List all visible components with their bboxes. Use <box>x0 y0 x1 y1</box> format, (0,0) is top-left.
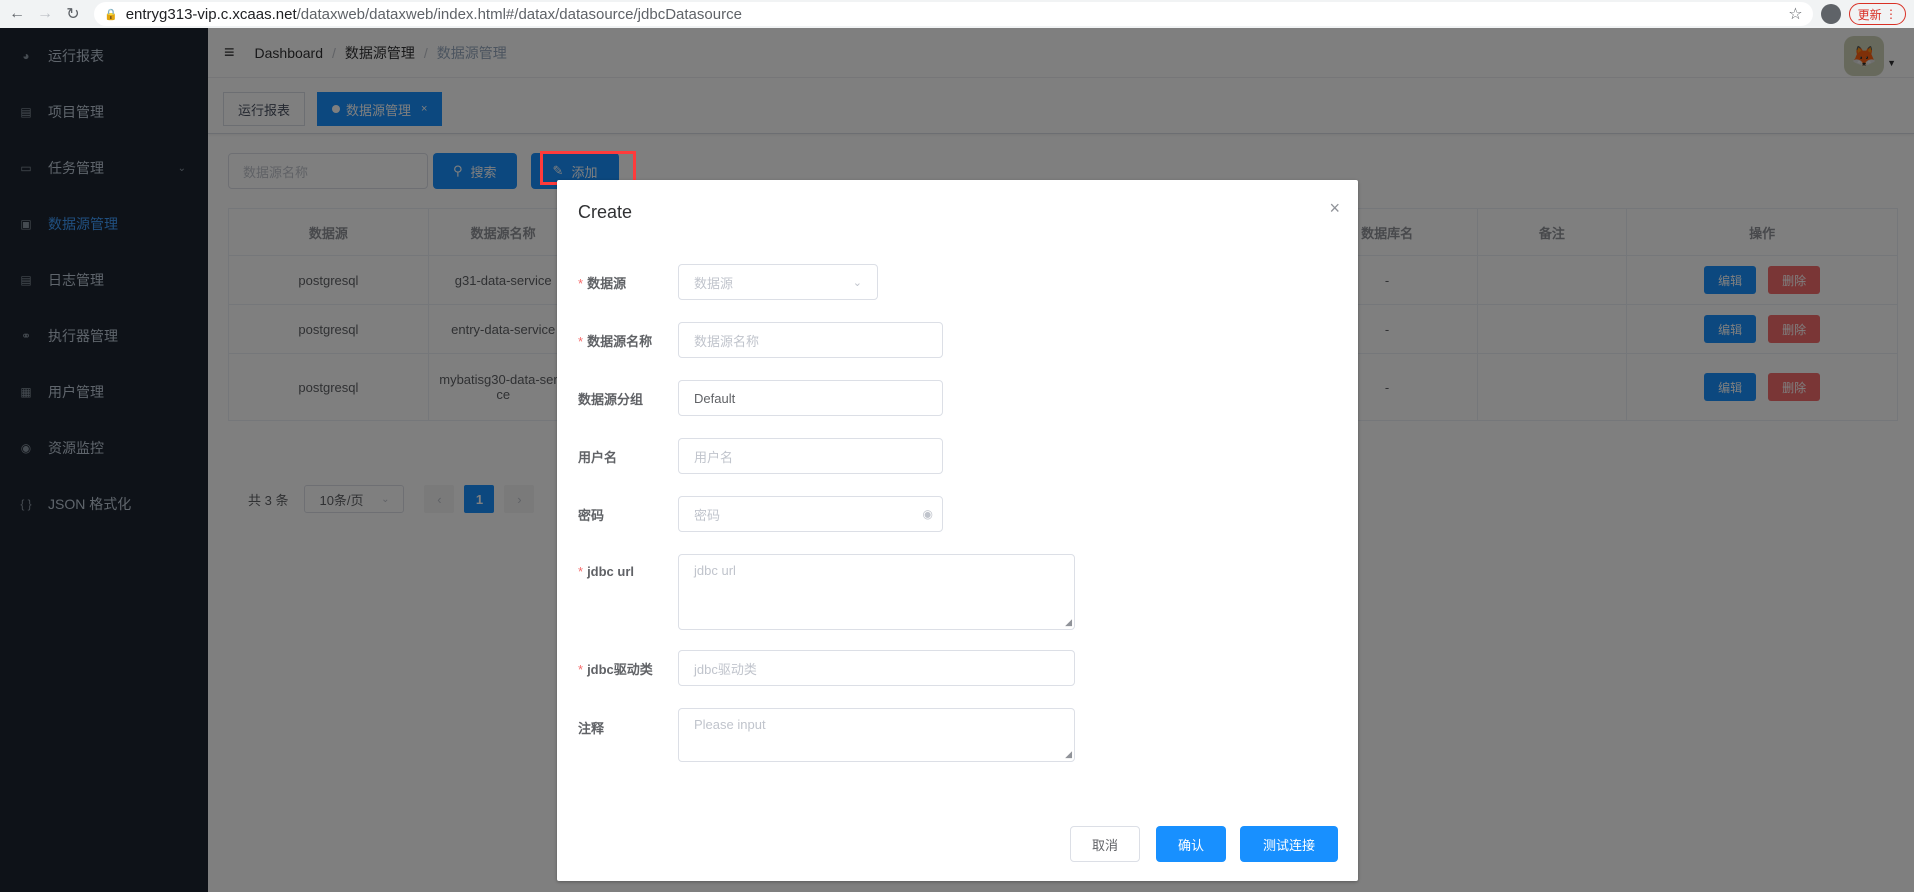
resize-grip-icon[interactable]: ◢ <box>1065 749 1072 760</box>
reload-icon[interactable]: ↻ <box>62 3 84 25</box>
update-button[interactable]: 更新 ⋮ <box>1848 3 1906 25</box>
form-item-jdbc-driver: * jdbc驱动类 jdbc驱动类 <box>578 650 1075 686</box>
resize-grip-icon[interactable]: ◢ <box>1065 617 1072 628</box>
form-label: 密码 <box>578 505 678 524</box>
form-item-group: 数据源分组 Default <box>578 380 943 416</box>
jdbc-driver-input[interactable]: jdbc驱动类 <box>678 650 1075 686</box>
form-label: * 数据源名称 <box>578 333 653 349</box>
bookmark-star-icon[interactable]: ☆ <box>1788 4 1802 24</box>
form-label-text: jdbc url <box>587 564 635 579</box>
url-path: /dataxweb/dataxweb/index.html#/datax/dat… <box>296 5 742 23</box>
form-label-text: 数据源名称 <box>587 333 653 349</box>
input-value: Default <box>694 390 736 406</box>
address-bar[interactable]: 🔒 entryg313-vip.c.xcaas.net /dataxweb/da… <box>94 2 1813 26</box>
datasource-group-input[interactable]: Default <box>678 380 943 416</box>
form-label-text: 数据源分组 <box>578 391 644 407</box>
form-item-name: * 数据源名称 数据源名称 <box>578 322 943 358</box>
input-placeholder: 数据源名称 <box>694 333 760 349</box>
back-icon[interactable]: ← <box>6 3 28 25</box>
select-placeholder: 数据源 <box>694 275 734 291</box>
profile-icon[interactable] <box>1820 4 1841 24</box>
browser-toolbar: ← → ↻ 🔒 entryg313-vip.c.xcaas.net /datax… <box>0 0 1914 28</box>
form-label: * jdbc驱动类 <box>578 661 653 677</box>
update-label: 更新 <box>1857 7 1882 22</box>
form-item-password: 密码 密码 ◉ <box>578 496 943 532</box>
form-item-comment: 注释 Please input ◢ <box>578 708 1075 762</box>
confirm-button[interactable]: 确认 <box>1156 826 1226 862</box>
form-label: 注释 <box>578 708 678 737</box>
datasource-select[interactable]: 数据源 ⌄ <box>678 264 878 300</box>
close-icon[interactable]: × <box>1329 198 1340 219</box>
textarea-placeholder: jdbc url <box>694 563 736 578</box>
datasource-name-input[interactable]: 数据源名称 <box>678 322 943 358</box>
username-input[interactable]: 用户名 <box>678 438 943 474</box>
lock-icon: 🔒 <box>104 8 118 21</box>
form-label: * 数据源 <box>578 275 627 291</box>
eye-icon[interactable]: ◉ <box>923 507 933 521</box>
form-label-text: 注释 <box>578 721 605 736</box>
form-label-text: 数据源 <box>587 275 627 291</box>
cancel-button[interactable]: 取消 <box>1070 826 1140 862</box>
form-label: 数据源分组 <box>578 389 678 408</box>
form-label: * jdbc url <box>578 564 635 579</box>
url-host: entryg313-vip.c.xcaas.net <box>125 5 297 23</box>
input-placeholder: jdbc驱动类 <box>694 661 757 677</box>
form-label: 用户名 <box>578 447 678 466</box>
form-item-datasource: * 数据源 数据源 ⌄ <box>578 264 878 300</box>
form-item-username: 用户名 用户名 <box>578 438 943 474</box>
form-item-jdbc-url: * jdbc url jdbc url ◢ <box>578 554 1075 630</box>
jdbc-url-textarea[interactable]: jdbc url ◢ <box>678 554 1075 630</box>
test-connection-button[interactable]: 测试连接 <box>1240 826 1338 862</box>
form-label-text: 用户名 <box>578 449 618 465</box>
chevron-down-icon: ⌄ <box>852 276 862 289</box>
dialog-title: Create <box>578 202 633 222</box>
password-input[interactable]: 密码 ◉ <box>678 496 943 532</box>
comment-textarea[interactable]: Please input ◢ <box>678 708 1075 762</box>
form-label-text: jdbc驱动类 <box>587 661 653 677</box>
forward-icon[interactable]: → <box>34 3 56 25</box>
create-dialog: Create × * 数据源 数据源 ⌄ * 数据源名称 数据源名称 数据源分组 De… <box>557 180 1358 881</box>
form-label-text: 密码 <box>578 507 605 523</box>
textarea-placeholder: Please input <box>694 717 766 732</box>
input-placeholder: 用户名 <box>694 449 734 465</box>
input-placeholder: 密码 <box>694 507 721 523</box>
